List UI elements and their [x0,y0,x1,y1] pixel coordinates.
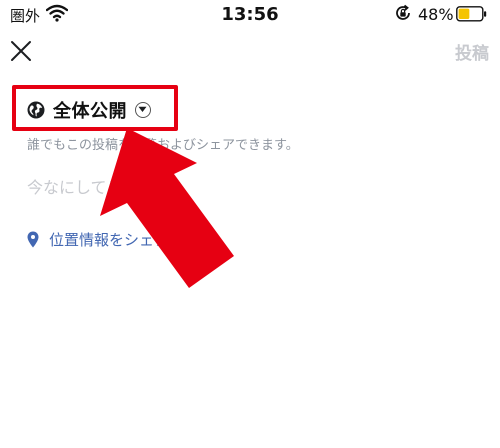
location-share-button[interactable]: 位置情報をシェア [27,228,169,250]
battery-icon [456,6,487,22]
privacy-description: 誰でもこの投稿を閲覧およびシェアできます。 [27,138,299,153]
post-text-input[interactable] [27,174,467,200]
close-icon[interactable] [10,40,32,62]
battery-percent: 48% [418,5,454,24]
status-bar: 圏外 13:56 48% [0,0,500,30]
post-button[interactable]: 投稿 [441,37,489,65]
privacy-label: 全体公開 [53,101,127,122]
globe-icon [27,101,45,119]
dropdown-caret-icon [135,102,151,118]
location-pin-icon [27,231,39,247]
privacy-selector[interactable]: 全体公開 [27,96,151,124]
rotation-lock-icon [396,4,410,20]
location-share-label: 位置情報をシェア [49,230,170,249]
